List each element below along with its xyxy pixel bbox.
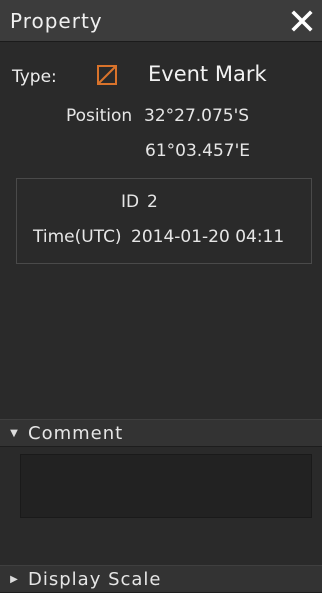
close-icon xyxy=(291,10,313,32)
comment-input[interactable] xyxy=(20,454,312,518)
close-button[interactable] xyxy=(286,7,318,35)
position-label: Position xyxy=(66,106,133,126)
type-label: Type: xyxy=(12,67,57,87)
type-row: Type: Event Mark xyxy=(12,62,312,90)
time-label: Time(UTC) xyxy=(33,227,122,247)
info-box: ID 2 Time(UTC) 2014-01-20 04:11 xyxy=(16,178,312,264)
comment-section-header[interactable]: ▼ Comment xyxy=(0,419,322,447)
display-scale-section-header[interactable]: ▶ Display Scale xyxy=(0,565,322,593)
collapse-arrow-icon: ▼ xyxy=(10,427,18,439)
type-value: Event Mark xyxy=(148,62,267,86)
position-longitude: 61°03.457'E xyxy=(145,141,251,161)
title-bar: Property xyxy=(0,0,322,42)
position-latitude: 32°27.075'S xyxy=(144,106,250,126)
panel-title: Property xyxy=(10,9,103,33)
comment-section-label: Comment xyxy=(28,422,124,444)
property-panel: Property Type: Event Mark Position 32°27… xyxy=(0,0,322,593)
display-scale-section-label: Display Scale xyxy=(28,568,162,590)
expand-arrow-icon: ▶ xyxy=(10,573,18,585)
event-mark-icon xyxy=(97,65,117,85)
id-label: ID xyxy=(121,192,140,212)
time-value: 2014-01-20 04:11 xyxy=(131,227,285,247)
id-value: 2 xyxy=(147,192,158,212)
